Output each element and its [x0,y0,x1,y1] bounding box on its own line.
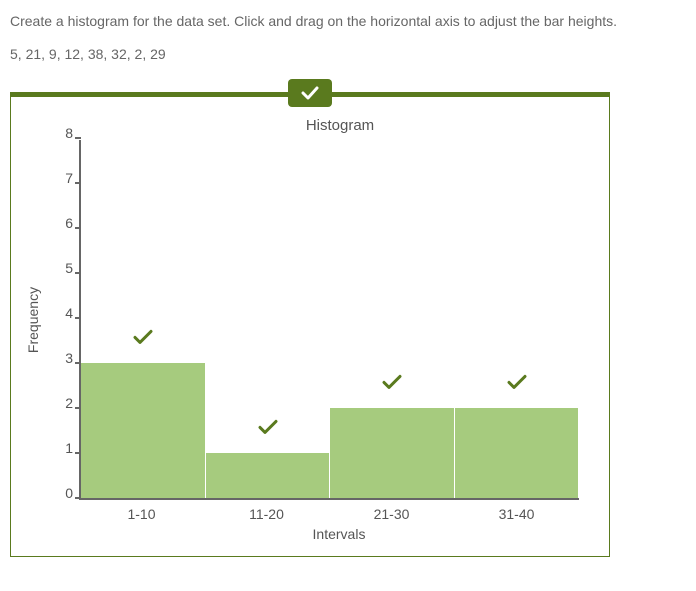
check-icon [382,374,402,390]
y-tick-mark [75,407,81,409]
check-icon [258,419,278,435]
x-axis-label: Intervals [79,526,599,542]
instruction-text: Create a histogram for the data set. Cli… [10,12,686,32]
y-tick-mark [75,452,81,454]
check-icon [507,374,527,390]
plot-area[interactable] [79,140,579,500]
x-axis: 1-1011-2021-3031-40 [79,500,579,522]
x-tick-label: 31-40 [454,500,579,522]
chart-area: Frequency 876543210 [21,140,599,500]
bar-slot[interactable] [81,140,206,498]
dataset-text: 5, 21, 9, 12, 38, 32, 2, 29 [10,46,686,62]
y-tick-mark [75,182,81,184]
x-tick-label: 11-20 [204,500,329,522]
y-axis-label-wrap: Frequency [21,140,45,500]
x-tick-label: 1-10 [79,500,204,522]
bar[interactable] [81,363,206,497]
bar-slot[interactable] [455,140,580,498]
y-axis: 876543210 [45,140,79,500]
x-tick-label: 21-30 [329,500,454,522]
y-tick-mark [75,272,81,274]
bar[interactable] [330,408,455,498]
bar-slot[interactable] [206,140,331,498]
y-tick-mark [75,362,81,364]
check-icon [133,330,153,346]
histogram-widget: Histogram Frequency 876543210 1-1011-202… [10,92,610,557]
y-tick-mark [75,317,81,319]
y-tick-mark [75,137,81,139]
bar-slot[interactable] [330,140,455,498]
bar[interactable] [206,453,331,498]
y-tick-mark [75,227,81,229]
y-axis-label: Frequency [25,287,41,353]
chart-title: Histogram [81,117,599,134]
bar[interactable] [455,408,580,498]
bars-container [81,140,579,498]
y-tick-mark [75,497,81,499]
check-icon [301,86,319,100]
correct-badge [288,79,332,107]
